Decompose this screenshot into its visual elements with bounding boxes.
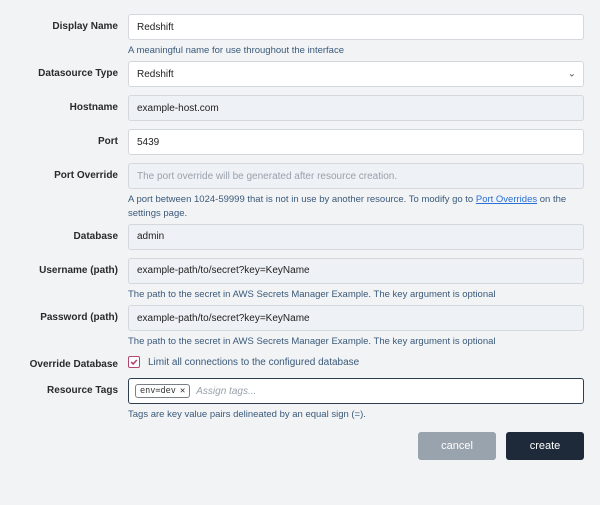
override-database-checkbox[interactable] xyxy=(128,356,140,368)
resource-tags-label: Resource Tags xyxy=(16,378,128,396)
display-name-hint: A meaningful name for use throughout the… xyxy=(128,44,584,57)
username-path-input[interactable] xyxy=(128,258,584,284)
password-path-input[interactable] xyxy=(128,305,584,331)
tag-remove-icon[interactable]: ✕ xyxy=(180,386,185,396)
tag-chip-text: env=dev xyxy=(140,386,176,396)
override-database-text: Limit all connections to the configured … xyxy=(148,357,359,368)
display-name-input[interactable] xyxy=(128,14,584,40)
port-override-hint: A port between 1024-59999 that is not in… xyxy=(128,193,584,220)
database-label: Database xyxy=(16,224,128,242)
datasource-type-select[interactable] xyxy=(128,61,584,87)
display-name-label: Display Name xyxy=(16,14,128,32)
resource-tags-hint: Tags are key value pairs delineated by a… xyxy=(128,408,584,421)
cancel-button[interactable]: cancel xyxy=(418,432,496,460)
port-overrides-link[interactable]: Port Overrides xyxy=(476,194,537,205)
create-button[interactable]: create xyxy=(506,432,584,460)
resource-tags-input[interactable]: env=dev ✕ Assign tags... xyxy=(128,378,584,404)
password-path-hint: The path to the secret in AWS Secrets Ma… xyxy=(128,335,584,348)
username-path-hint: The path to the secret in AWS Secrets Ma… xyxy=(128,288,584,301)
username-path-label: Username (path) xyxy=(16,258,128,276)
datasource-type-label: Datasource Type xyxy=(16,61,128,79)
tag-chip[interactable]: env=dev ✕ xyxy=(135,384,190,398)
port-override-label: Port Override xyxy=(16,163,128,181)
password-path-label: Password (path) xyxy=(16,305,128,323)
port-input[interactable] xyxy=(128,129,584,155)
port-override-input xyxy=(128,163,584,189)
hostname-label: Hostname xyxy=(16,95,128,113)
database-input[interactable] xyxy=(128,224,584,250)
override-database-label: Override Database xyxy=(16,352,128,370)
port-label: Port xyxy=(16,129,128,147)
hostname-input[interactable] xyxy=(128,95,584,121)
resource-tags-placeholder: Assign tags... xyxy=(196,386,256,397)
